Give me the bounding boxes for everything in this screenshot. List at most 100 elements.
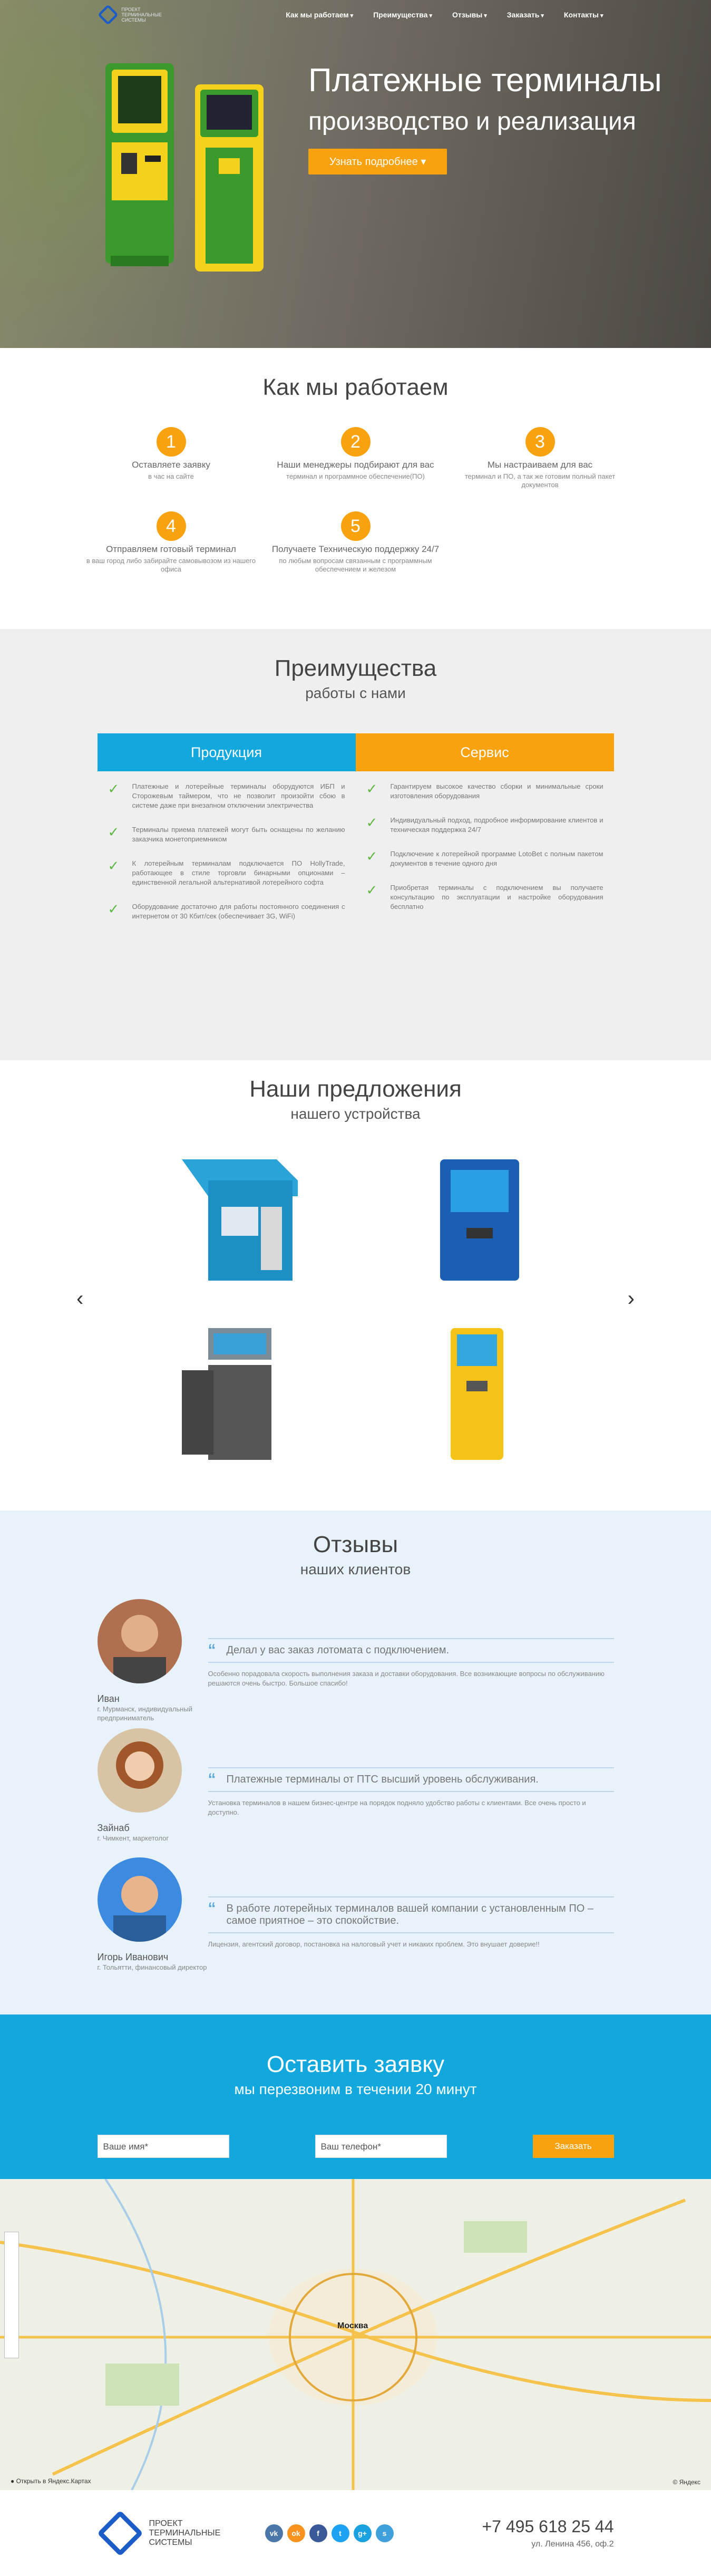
logo-mark-icon: [97, 4, 119, 25]
reviewer-name: Игорь Иванович: [97, 1952, 169, 1962]
products-list: ✓ Платежные и лотерейные терминалы оборуд…: [98, 782, 356, 936]
order-form-section: Оставить заявку мы перезвоним в течении …: [0, 2015, 711, 2179]
map-open-link[interactable]: ● Открыть в Яндекс.Картах: [11, 2477, 91, 2485]
product-terminal-yellow[interactable]: [408, 1323, 540, 1465]
nav-item-contacts[interactable]: Контакты: [564, 11, 603, 19]
step-title: Оставляете заявку: [132, 460, 210, 470]
how-title: Как мы работаем: [262, 374, 449, 400]
header-logo[interactable]: ПРОЕКТ ТЕРМИНАЛЬНЫЕ СИСТЕМЫ: [97, 4, 162, 25]
list-item: ✓ Подключение к лотерейной программе Loto…: [366, 849, 603, 868]
review-text: Лицензия, агентский договор, постановка …: [208, 1940, 540, 1948]
offers-title: Наши предложения: [249, 1076, 462, 1102]
chevron-down-icon: ▾: [421, 156, 426, 168]
check-icon: ✓: [366, 781, 378, 797]
review-quote: “ В работе лотерейных терминалов вашей ко…: [208, 1896, 614, 1933]
footer-logo-text: ПРОЕКТ ТЕРМИНАЛЬНЫЕ СИСТЕМЫ: [149, 2519, 221, 2547]
review-item: Иван г. Мурманск, индивидуальный предпри…: [97, 1599, 614, 1722]
step-title: Получаете Техническую поддержку 24/7: [271, 544, 440, 554]
map-canvas[interactable]: [0, 2179, 711, 2490]
tab-products[interactable]: Продукция: [97, 733, 356, 771]
reviews-title: Отзывы: [313, 1532, 398, 1557]
form-subtitle: мы перезвоним в течении 20 минут: [234, 2081, 477, 2097]
avatar: [97, 1599, 182, 1683]
review-item: Игорь Иванович г. Тольятти, финансовый д…: [97, 1857, 614, 1971]
list-item: ✓ К лотерейным терминалам подключается ПО…: [108, 859, 345, 887]
check-icon: ✓: [108, 824, 120, 840]
step-5: 5 Получаете Техническую поддержку 24/7 п…: [264, 511, 448, 596]
review-quote: “ Платежные терминалы от ПТС высший урове…: [208, 1767, 614, 1792]
googleplus-icon[interactable]: g+: [353, 2524, 372, 2542]
submit-button[interactable]: Заказать: [532, 2135, 614, 2158]
facebook-icon[interactable]: f: [309, 2524, 327, 2542]
list-item: ✓ Индивидуальный подход, подробное информ…: [366, 816, 603, 835]
list-item: ✓ Платежные и лотерейные терминалы оборуд…: [108, 782, 345, 810]
item-text: Платежные и лотерейные терминалы оборуду…: [132, 782, 345, 809]
footer: ПРОЕКТ ТЕРМИНАЛЬНЫЕ СИСТЕМЫ vk ok f t g+…: [0, 2490, 711, 2576]
map-zoom-control[interactable]: [4, 2232, 19, 2358]
nav-item-order[interactable]: Заказать: [507, 11, 544, 19]
advantages-title: Преимущества: [274, 655, 437, 681]
product-terminal-blue-wall[interactable]: [171, 1149, 303, 1291]
reviews-subtitle: наших клиентов: [300, 1561, 411, 1577]
nav-item-how[interactable]: Как мы работаем: [286, 11, 353, 19]
how-we-work-section: Как мы работаем 1 Оставляете заявку в ча…: [0, 348, 711, 629]
map-open-label: Открыть в Яндекс.Картах: [16, 2477, 91, 2485]
step-title: Наши менеджеры подбирают для вас: [277, 460, 434, 470]
logo-mark-icon: [96, 2510, 143, 2556]
offers-section: Наши предложения нашего устройства ‹ ›: [0, 1060, 711, 1510]
item-text: К лотерейным терминалам подключается ПО …: [132, 859, 345, 886]
quote-text: В работе лотерейных терминалов вашей ком…: [226, 1903, 593, 1926]
step-desc: терминал и программное обеспечение(ПО): [286, 472, 425, 480]
twitter-icon[interactable]: t: [331, 2524, 349, 2542]
list-item: ✓ Приобретая терминалы с подключением вы …: [366, 883, 603, 912]
product-terminal-open[interactable]: [171, 1323, 303, 1465]
footer-logo[interactable]: ПРОЕКТ ТЕРМИНАЛЬНЫЕ СИСТЕМЫ: [96, 2510, 221, 2556]
tab-service[interactable]: Сервис: [355, 733, 614, 771]
learn-more-button[interactable]: Узнать подробнее ▾: [308, 149, 447, 175]
ok-icon[interactable]: ok: [287, 2524, 305, 2542]
item-text: Индивидуальный подход, подробное информи…: [390, 816, 603, 834]
logo-text: ПРОЕКТ ТЕРМИНАЛЬНЫЕ СИСТЕМЫ: [121, 7, 162, 23]
map-section[interactable]: ● Открыть в Яндекс.Картах Москва © Яндек…: [0, 2179, 711, 2490]
carousel-prev-icon[interactable]: ‹: [76, 1287, 83, 1311]
step-number: 5: [340, 511, 371, 541]
item-text: Оборудование достаточно для работы посто…: [132, 903, 345, 920]
vk-icon[interactable]: vk: [265, 2524, 283, 2542]
avatar: [97, 1728, 182, 1813]
quote-text: Делал у вас заказ лотомата с подключение…: [226, 1644, 450, 1656]
step-title: Мы настраиваем для вас: [487, 460, 593, 470]
hero-title: Платежные терминалы: [308, 62, 662, 99]
step-number: 2: [340, 427, 371, 457]
carousel-next-icon[interactable]: ›: [628, 1287, 635, 1311]
phone-input[interactable]: Ваш телефон*: [315, 2135, 447, 2158]
service-list: ✓ Гарантируем высокое качество сборки и м…: [356, 782, 614, 936]
product-terminal-blue-desk[interactable]: [408, 1149, 540, 1291]
nav-item-advantages[interactable]: Преимущества: [373, 11, 432, 19]
step-number: 1: [156, 427, 186, 457]
avatar: [97, 1857, 182, 1942]
step-number: 3: [525, 427, 555, 457]
quote-icon: “: [208, 1641, 216, 1659]
advantages-section: Преимущества работы с нами Продукция Сер…: [0, 629, 711, 1060]
item-text: Приобретая терминалы с подключением вы п…: [390, 884, 603, 911]
review-text: Установка терминалов в нашем бизнес-цент…: [208, 1799, 586, 1816]
nav-item-reviews[interactable]: Отзывы: [452, 11, 487, 19]
reviewer-name: Зайнаб: [97, 1823, 130, 1833]
step-title: Отправляем готовый терминал: [106, 544, 236, 554]
check-icon: ✓: [108, 858, 120, 874]
social-links: vk ok f t g+ s: [265, 2524, 394, 2542]
step-desc: в час на сайте: [148, 472, 194, 480]
quote-text: Платежные терминалы от ПТС высший уровен…: [226, 1774, 539, 1785]
skype-icon[interactable]: s: [375, 2524, 394, 2542]
review-item: Зайнаб г. Чимкент, маркетолог “ Платежные…: [97, 1728, 614, 1842]
step-desc: терминал и ПО, а так же готовим полный п…: [464, 472, 616, 489]
hero-subtitle: производство и реализация: [308, 108, 636, 135]
reviewer-role: г. Чимкент, маркетолог: [97, 1834, 169, 1842]
quote-icon: “: [208, 1770, 216, 1788]
reviewer-role: г. Тольятти, финансовый директор: [97, 1963, 207, 1971]
footer-phone[interactable]: +7 495 618 25 44: [482, 2517, 613, 2536]
review-text: Особенно порадовала скорость выполнения …: [208, 1670, 605, 1687]
footer-address: ул. Ленина 456, оф.2: [531, 2540, 614, 2549]
check-icon: ✓: [108, 781, 120, 797]
name-input[interactable]: Ваше имя*: [97, 2135, 229, 2158]
